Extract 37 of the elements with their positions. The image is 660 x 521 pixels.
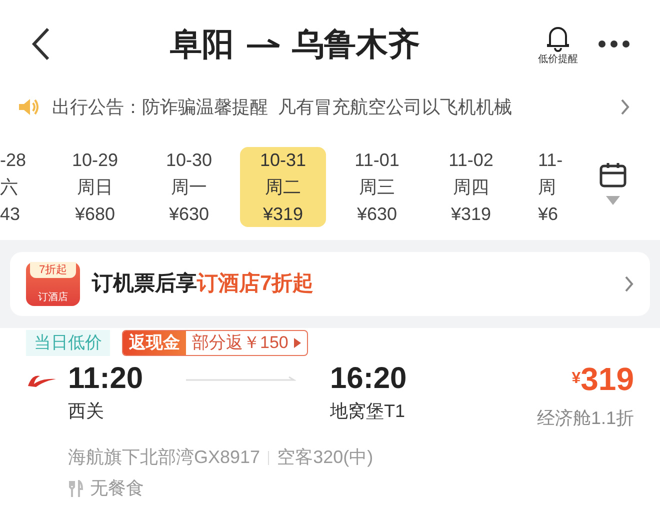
meal-info: 无餐食	[90, 477, 144, 500]
aircraft-type: 空客320(中)	[277, 446, 374, 469]
cabin-discount: 经济舱1.1折	[536, 407, 634, 430]
date-tab[interactable]: 10-30 周一 ¥630	[146, 147, 232, 227]
date-tab[interactable]: 11-02 周四 ¥319	[428, 147, 514, 227]
cashback-tag: 返现金 部分返￥150	[122, 330, 308, 356]
date-tab[interactable]: 10-31 周二 ¥319	[240, 147, 326, 227]
date-tab[interactable]: 11-01 周三 ¥630	[334, 147, 420, 227]
date-tab[interactable]: 11- 周 ¥6	[522, 147, 565, 227]
flight-number: 海航旗下北部湾GX8917	[68, 446, 260, 469]
play-icon	[294, 338, 302, 348]
promo-highlight: 订酒店7折起	[197, 270, 314, 298]
date-tab[interactable]: 10-29 周日 ¥680	[52, 147, 138, 227]
hotel-badge: 7折起 订酒店	[26, 262, 80, 306]
price: ¥319	[572, 360, 634, 399]
promo-card[interactable]: 7折起 订酒店 订机票后享订酒店7折起	[10, 252, 650, 316]
price-tag: 当日低价	[26, 330, 110, 356]
notice-bar[interactable]: 出行公告：防诈骗温馨提醒 凡有冒充航空公司以飞机机械	[0, 88, 660, 126]
date-tab[interactable]: -28 六 43	[0, 147, 44, 227]
caret-down-icon	[606, 196, 620, 204]
notice-text: 出行公告：防诈骗温馨提醒 凡有冒充航空公司以飞机机械	[52, 96, 514, 118]
origin-city: 阜阳	[170, 25, 234, 64]
chevron-right-icon	[624, 275, 634, 293]
price-alert-button[interactable]: 低价提醒	[538, 24, 578, 64]
fork-knife-icon	[68, 480, 84, 498]
calendar-icon[interactable]	[598, 162, 626, 188]
arrival-airport: 地窝堡T1	[330, 400, 406, 423]
destination-city: 乌鲁木齐	[292, 25, 420, 64]
chevron-right-icon	[620, 98, 630, 116]
speaker-icon	[18, 98, 40, 116]
arrival-time: 16:20	[330, 361, 408, 397]
departure-airport: 西关	[68, 400, 105, 423]
back-icon[interactable]	[30, 27, 52, 61]
more-icon[interactable]	[598, 40, 630, 48]
flight-card[interactable]: 当日低价 返现金 部分返￥150 11:20 西关 16:20 地窝堡T1 ¥319 经济舱1.1折 海航旗下北部湾GX8917 空客320(中) 无餐食	[0, 328, 660, 502]
promo-text: 订机票后享	[92, 270, 197, 298]
departure-time: 11:20	[68, 361, 144, 397]
